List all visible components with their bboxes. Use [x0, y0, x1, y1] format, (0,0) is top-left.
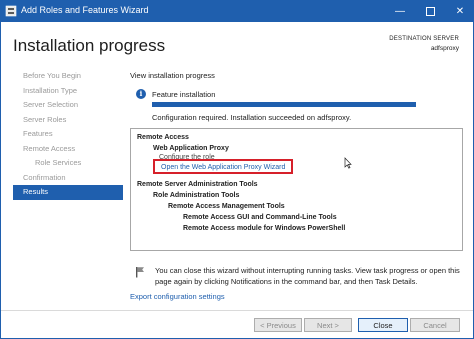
progress-status: Configuration required. Installation suc… [152, 113, 352, 122]
close-window-button[interactable]: ✕ [449, 1, 471, 22]
notification-flag-icon [136, 267, 144, 278]
progress-title: Feature installation [152, 90, 216, 99]
results-panel: Remote Access Web Application Proxy Conf… [130, 128, 463, 251]
nav-item-before-you-begin: Before You Begin [23, 71, 81, 80]
minimize-button[interactable]: — [389, 1, 411, 22]
maximize-button[interactable] [419, 1, 441, 22]
title-bar[interactable]: Add Roles and Features Wizard — ✕ [1, 1, 473, 22]
window-title: Add Roles and Features Wizard [21, 5, 149, 15]
section-heading: View installation progress [130, 71, 215, 80]
mouse-cursor-icon [344, 157, 352, 169]
progress-bar [152, 102, 416, 107]
result-remote-access-mgmt-tools: Remote Access Management Tools [168, 203, 285, 210]
destination-server-label: DESTINATION SERVER [389, 36, 459, 42]
nav-item-confirmation: Confirmation [23, 172, 66, 182]
page-title: Installation progress [13, 36, 166, 55]
nav-item-results[interactable]: Results [13, 185, 123, 200]
progress-bar-fill [152, 102, 416, 107]
result-remote-access: Remote Access [137, 134, 189, 141]
notice-text: You can close this wizard without interr… [155, 266, 460, 286]
nav-item-server-selection: Server Selection [23, 100, 79, 109]
maximize-icon [425, 6, 435, 16]
result-remote-access-powershell: Remote Access module for Windows PowerSh… [183, 225, 346, 232]
wizard-window: Add Roles and Features Wizard — ✕ Instal… [0, 0, 474, 339]
next-button[interactable]: Next > [304, 318, 352, 332]
wizard-nav: Before You Begin Installation Type Serve… [13, 69, 123, 200]
export-configuration-link[interactable]: Export configuration settings [130, 292, 225, 301]
server-manager-icon [5, 5, 17, 17]
close-button[interactable]: Close [358, 318, 408, 332]
nav-item-installation-type: Installation Type [23, 85, 78, 95]
footer-divider [1, 310, 473, 311]
nav-item-features: Features [23, 129, 53, 138]
result-remote-access-gui-tools: Remote Access GUI and Command-Line Tools [183, 214, 337, 221]
result-web-application-proxy: Web Application Proxy [153, 145, 229, 152]
nav-item-remote-access: Remote Access [23, 143, 76, 153]
info-icon: i [136, 89, 146, 99]
nav-item-role-services: Role Services [35, 158, 82, 167]
result-rsat: Remote Server Administration Tools [137, 181, 258, 188]
open-wap-wizard-link[interactable]: Open the Web Application Proxy Wizard [161, 164, 285, 171]
previous-button[interactable]: < Previous [254, 318, 302, 332]
cancel-button[interactable]: Cancel [410, 318, 460, 332]
nav-item-server-roles: Server Roles [23, 114, 67, 124]
result-role-admin-tools: Role Administration Tools [153, 192, 240, 199]
destination-server-value: adfsproxy [430, 45, 459, 52]
